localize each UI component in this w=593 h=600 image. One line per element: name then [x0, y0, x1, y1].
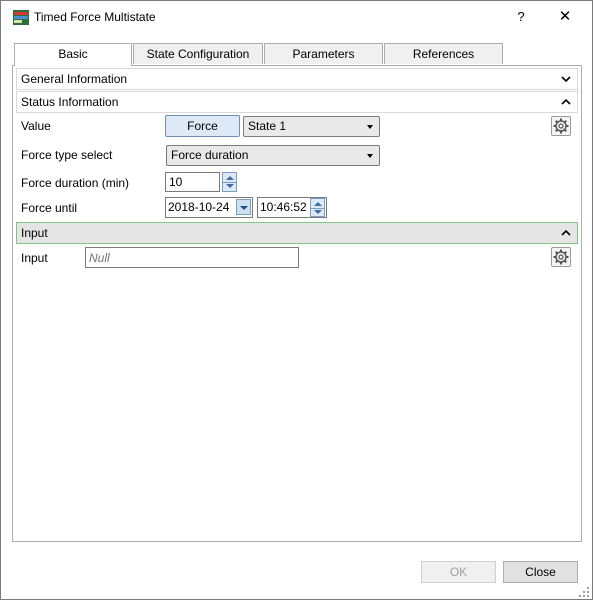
spin-up-icon[interactable]: [226, 176, 234, 180]
force-button[interactable]: Force: [165, 115, 240, 137]
section-status-information[interactable]: Status Information: [16, 91, 578, 113]
section-input[interactable]: Input: [16, 222, 578, 244]
force-type-label: Force type select: [21, 148, 113, 162]
section-title: Status Information: [21, 95, 119, 109]
resize-grip-icon[interactable]: [579, 586, 589, 597]
help-button[interactable]: ?: [511, 7, 531, 27]
spin-down-icon[interactable]: [226, 184, 234, 188]
force-until-time-value: 10:46:52: [260, 200, 307, 214]
dropdown-arrow-icon: [367, 125, 373, 129]
force-duration-spinner[interactable]: [222, 172, 237, 192]
close-window-button[interactable]: ✕: [553, 7, 577, 27]
force-type-select[interactable]: Force duration: [166, 145, 380, 166]
close-button[interactable]: Close: [503, 561, 578, 583]
calendar-dropdown-icon[interactable]: [236, 199, 251, 215]
tab-basic[interactable]: Basic: [14, 43, 132, 66]
state-select[interactable]: State 1: [243, 116, 380, 137]
dropdown-arrow-icon: [367, 154, 373, 158]
section-title: General Information: [21, 72, 128, 86]
chevron-up-icon: [561, 92, 571, 112]
gear-icon[interactable]: [551, 247, 571, 267]
app-icon: [13, 10, 29, 25]
chevron-down-icon: [561, 69, 571, 89]
force-type-select-value: Force duration: [171, 148, 249, 162]
title-bar: Timed Force Multistate ? ✕: [1, 1, 592, 33]
tab-panel-basic: General Information Status Information V…: [12, 65, 582, 542]
chevron-up-icon: [561, 223, 571, 243]
force-duration-input[interactable]: 10: [165, 172, 220, 192]
dialog-window: Timed Force Multistate ? ✕ Basic State C…: [0, 0, 593, 600]
force-until-date-value: 2018-10-24: [168, 200, 230, 214]
spin-divider: [311, 208, 324, 209]
input-reference-field[interactable]: [85, 247, 299, 268]
spin-up-icon[interactable]: [314, 202, 322, 206]
tab-parameters[interactable]: Parameters: [264, 43, 383, 64]
state-select-value: State 1: [248, 119, 287, 133]
tab-references[interactable]: References: [384, 43, 503, 64]
window-title: Timed Force Multistate: [34, 10, 156, 24]
force-duration-label: Force duration (min): [21, 176, 130, 190]
spin-down-icon[interactable]: [314, 210, 322, 214]
force-until-label: Force until: [21, 201, 78, 215]
spin-divider: [223, 182, 236, 183]
section-general-information[interactable]: General Information: [16, 68, 578, 90]
input-label: Input: [21, 251, 48, 265]
value-label: Value: [21, 119, 51, 133]
section-title: Input: [21, 226, 48, 240]
force-until-date-input[interactable]: 2018-10-24: [165, 197, 253, 218]
gear-icon[interactable]: [551, 116, 571, 136]
force-until-time-input[interactable]: 10:46:52: [257, 197, 327, 218]
ok-button[interactable]: OK: [421, 561, 496, 583]
tab-state-configuration[interactable]: State Configuration: [133, 43, 263, 64]
time-spinner[interactable]: [310, 198, 325, 217]
